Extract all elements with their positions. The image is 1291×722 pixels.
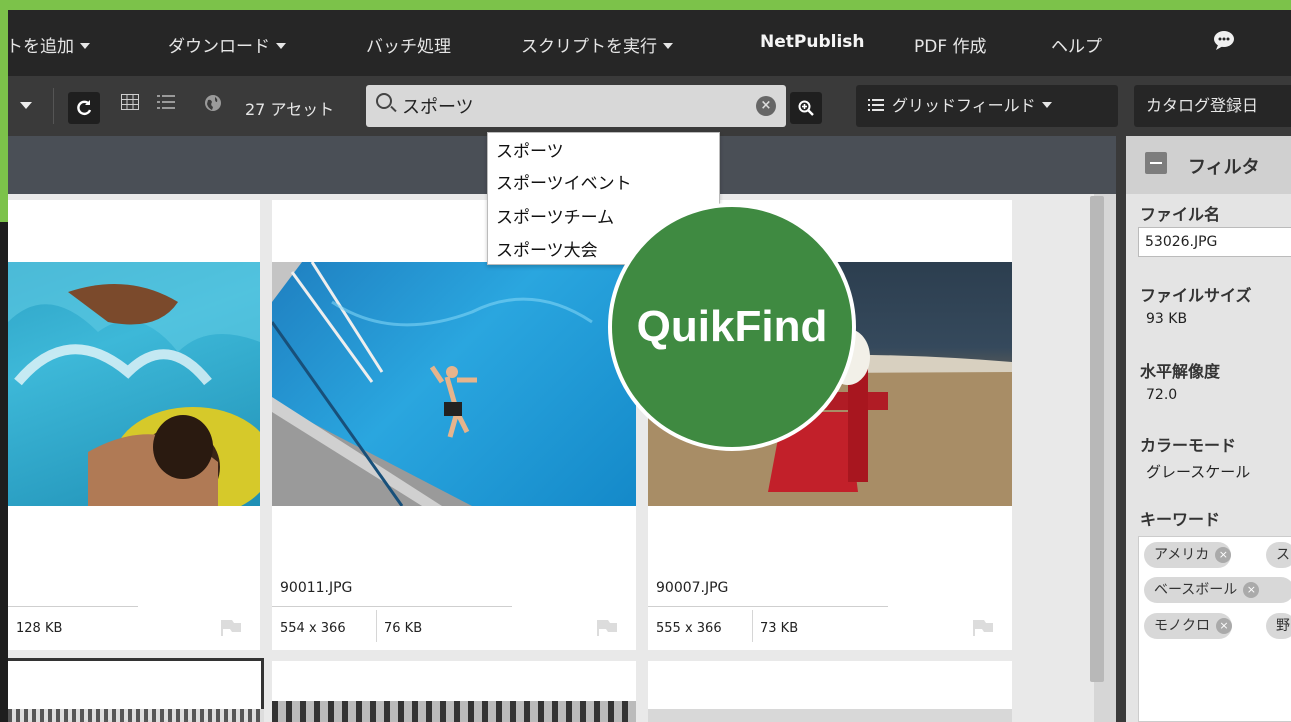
grid-view-icon[interactable] — [121, 94, 139, 115]
menu-help[interactable]: ヘルプ — [1051, 32, 1102, 57]
menu-netpublish[interactable]: NetPublish — [760, 32, 865, 52]
asset-card-selected[interactable] — [8, 658, 264, 722]
asset-thumbnail[interactable] — [8, 262, 260, 506]
card-divider — [272, 606, 512, 607]
asset-thumbnail[interactable] — [272, 701, 636, 722]
card-divider — [8, 606, 138, 607]
toolbar: 27 アセット × グリッドフィールド カタログ登録日 — [8, 76, 1291, 136]
menu-download-label: ダウンロード — [168, 37, 270, 57]
menu-add-label: トを追加 — [6, 37, 74, 57]
quikfind-badge: QuikFind — [608, 203, 856, 451]
chevron-down-icon — [1041, 102, 1052, 108]
asset-card[interactable]: 128 KB — [8, 200, 260, 650]
asset-card[interactable] — [272, 661, 636, 722]
suggestion-item[interactable]: スポーツイベント — [496, 169, 632, 194]
keyword-label: ベースボール — [1154, 582, 1238, 598]
menu-download[interactable]: ダウンロード — [168, 32, 286, 57]
flag-icon[interactable] — [220, 618, 242, 636]
search-icon — [376, 93, 392, 109]
suggestion-item[interactable]: スポーツチーム — [496, 203, 614, 228]
sort-label: カタログ登録日 — [1146, 96, 1259, 115]
keyword-label: ス — [1276, 547, 1290, 563]
remove-tag-icon[interactable]: × — [1215, 547, 1232, 563]
keyword-tag[interactable]: ス — [1266, 542, 1291, 568]
collapse-icon[interactable] — [1145, 152, 1167, 174]
refresh-icon — [77, 100, 92, 116]
suggestion-item[interactable]: スポーツ大会 — [496, 236, 598, 261]
card-vsep — [752, 610, 753, 642]
menu-pdf[interactable]: PDF 作成 — [914, 32, 987, 57]
remove-tag-icon[interactable]: × — [1216, 618, 1232, 634]
asset-count: 27 アセット — [245, 100, 335, 119]
clear-search-icon[interactable]: × — [756, 96, 776, 116]
asset-thumbnail[interactable] — [8, 709, 264, 722]
list-view-icon[interactable] — [157, 94, 175, 115]
remove-tag-icon[interactable]: × — [1243, 582, 1260, 598]
keyword-tag[interactable]: モノクロ × — [1144, 613, 1232, 639]
asset-filename: 90011.JPG — [280, 580, 353, 596]
asset-size: 128 KB — [16, 621, 63, 636]
asset-thumbnail[interactable] — [648, 709, 1012, 722]
keywords-label: キーワード — [1140, 510, 1221, 529]
toolbar-divider — [53, 88, 54, 124]
frame-left-accent — [0, 0, 8, 222]
chevron-down-icon[interactable] — [20, 102, 32, 109]
color-mode-label: カラーモード — [1140, 436, 1237, 455]
color-mode-value: グレースケール — [1146, 463, 1251, 481]
keyword-tag[interactable]: ベースボール × — [1144, 577, 1291, 603]
scrollbar-thumb[interactable] — [1090, 196, 1104, 682]
globe-icon[interactable] — [204, 94, 222, 117]
file-name-field[interactable]: 53026.JPG — [1138, 227, 1291, 257]
flag-icon[interactable] — [972, 618, 994, 636]
search-box[interactable]: × — [366, 85, 786, 127]
menu-run-script-label: スクリプトを実行 — [521, 37, 657, 57]
keyword-label: 野 — [1276, 618, 1290, 634]
keyword-tag[interactable]: 野 — [1266, 613, 1291, 639]
refresh-button[interactable] — [68, 92, 100, 124]
file-size-label: ファイルサイズ — [1140, 286, 1252, 305]
card-divider — [648, 606, 888, 607]
grid-fields-dropdown[interactable]: グリッドフィールド — [856, 85, 1118, 127]
asset-filename: 90007.JPG — [656, 580, 729, 596]
chevron-down-icon — [80, 43, 90, 49]
asset-size: 76 KB — [384, 621, 423, 636]
search-input[interactable] — [402, 91, 742, 121]
asset-dimensions: 554 x 366 — [280, 621, 346, 636]
menu-add[interactable]: トを追加 — [6, 32, 90, 57]
suggestion-item[interactable]: スポーツ — [496, 137, 564, 162]
keyword-label: モノクロ — [1154, 618, 1210, 634]
asset-thumbnail[interactable] — [272, 262, 636, 506]
h-res-label: 水平解像度 — [1140, 362, 1221, 381]
asset-dimensions: 555 x 366 — [656, 621, 722, 636]
flag-icon[interactable] — [596, 618, 618, 636]
asset-card[interactable]: 90011.JPG 554 x 366 76 KB — [272, 200, 636, 650]
keyword-tag[interactable]: アメリカ × — [1144, 542, 1232, 568]
zoom-search-icon — [798, 100, 814, 116]
menu-bar: トを追加 ダウンロード バッチ処理 スクリプトを実行 NetPublish PD… — [6, 10, 1291, 76]
asset-card[interactable] — [648, 661, 1012, 722]
quikfind-button[interactable] — [790, 92, 822, 124]
speech-bubble-icon[interactable] — [1213, 30, 1235, 55]
file-name-label: ファイル名 — [1140, 205, 1221, 224]
file-size-value: 93 KB — [1146, 311, 1188, 327]
chevron-down-icon — [663, 43, 673, 49]
menu-batch[interactable]: バッチ処理 — [366, 32, 451, 57]
menu-run-script[interactable]: スクリプトを実行 — [521, 32, 673, 57]
sort-dropdown[interactable]: カタログ登録日 — [1134, 85, 1291, 127]
chevron-down-icon — [276, 43, 286, 49]
keyword-label: アメリカ — [1154, 547, 1210, 563]
asset-size: 73 KB — [760, 621, 799, 636]
list-icon — [868, 99, 884, 111]
filter-title: フィルタ — [1188, 157, 1260, 178]
h-res-value: 72.0 — [1146, 387, 1178, 403]
card-vsep — [376, 610, 377, 642]
frame-top-accent — [0, 0, 1291, 10]
grid-fields-label: グリッドフィールド — [892, 96, 1036, 115]
